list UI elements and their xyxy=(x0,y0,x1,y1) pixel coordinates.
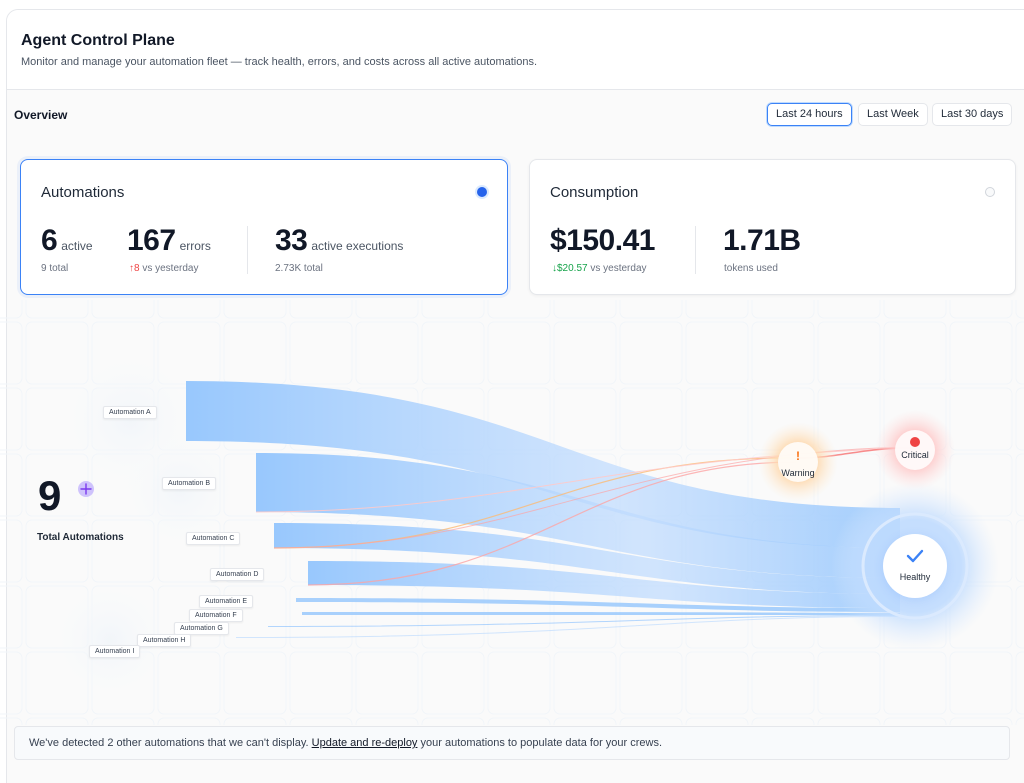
range-last-24-hours[interactable]: Last 24 hours xyxy=(767,103,852,126)
consumption-card[interactable]: Consumption $150.41 ↓$20.57 vs yesterday… xyxy=(529,159,1016,295)
automations-card-radio[interactable] xyxy=(477,187,487,197)
total-automations-count: 9 xyxy=(38,472,62,519)
errors-unit: errors xyxy=(179,239,211,253)
tokens-metric: 1.71B xyxy=(723,224,801,258)
exec-value: 33 xyxy=(275,224,308,257)
cost-delta-suffix: vs yesterday xyxy=(590,263,647,274)
errors-delta-suffix: vs yesterday xyxy=(142,263,199,274)
consumption-divider xyxy=(695,226,696,274)
banner-prefix: We've detected 2 other automations that … xyxy=(29,737,309,749)
cost-value: $150.41 xyxy=(550,224,655,257)
redeploy-link[interactable]: Update and re-deploy xyxy=(312,737,418,749)
executions-metric: 33 active executions xyxy=(275,224,403,258)
total-automations-label: Total Automations xyxy=(37,532,124,543)
automation-label-e[interactable]: Automation E xyxy=(199,595,254,608)
automation-label-b[interactable]: Automation B xyxy=(162,477,217,490)
cost-delta: ↓$20.57 xyxy=(552,263,588,274)
overview-label: Overview xyxy=(14,108,68,122)
errors-delta-row: ↑8 vs yesterday xyxy=(129,263,198,274)
total-count: 9 total xyxy=(41,263,69,274)
automation-label-d[interactable]: Automation D xyxy=(210,568,265,581)
banner-suffix: your automations to populate data for yo… xyxy=(420,737,663,749)
critical-dot-icon xyxy=(910,437,920,447)
critical-label: Critical xyxy=(901,450,929,460)
exec-unit: active executions xyxy=(311,239,404,253)
healthy-node[interactable]: Healthy xyxy=(883,534,947,598)
tokens-value: 1.71B xyxy=(723,224,801,257)
automation-label-h[interactable]: Automation H xyxy=(137,634,192,647)
cost-metric: $150.41 xyxy=(550,224,655,258)
page-subtitle: Monitor and manage your automation fleet… xyxy=(21,56,538,68)
errors-delta: ↑8 xyxy=(129,263,140,274)
errors-value: 167 xyxy=(127,224,176,257)
critical-node[interactable]: Critical xyxy=(895,430,935,470)
healthy-label: Healthy xyxy=(899,572,931,582)
errors-metric: 167 errors xyxy=(127,224,211,258)
consumption-card-title: Consumption xyxy=(550,184,639,201)
tokens-unit: tokens used xyxy=(724,263,778,274)
active-unit: active xyxy=(61,239,93,253)
hidden-automations-banner: We've detected 2 other automations that … xyxy=(14,726,1010,760)
automations-card[interactable]: Automations 6 active 9 total 167 errors ↑8… xyxy=(20,159,508,295)
cost-delta-row: ↓$20.57 vs yesterday xyxy=(552,263,647,274)
automations-card-title: Automations xyxy=(41,184,125,201)
exec-total: 2.73K total xyxy=(275,263,323,274)
range-last-week[interactable]: Last Week xyxy=(858,103,928,126)
metric-divider xyxy=(247,226,248,274)
flow-diagram xyxy=(0,300,1024,725)
page-title: Agent Control Plane xyxy=(21,32,175,49)
automation-label-a[interactable]: Automation A xyxy=(103,406,157,419)
active-metric: 6 active xyxy=(41,224,93,258)
check-icon xyxy=(906,549,924,563)
warning-node[interactable]: ! Warning xyxy=(778,442,818,482)
sparkle-icon xyxy=(78,481,94,497)
range-last-30-days[interactable]: Last 30 days xyxy=(932,103,1013,126)
warning-icon: ! xyxy=(796,449,800,463)
warning-label: Warning xyxy=(781,468,815,478)
automation-label-f[interactable]: Automation F xyxy=(189,609,243,622)
consumption-card-radio[interactable] xyxy=(985,187,995,197)
page-header: Agent Control Plane Monitor and manage y… xyxy=(7,10,1024,90)
automation-label-i[interactable]: Automation I xyxy=(89,645,141,658)
active-value: 6 xyxy=(41,224,58,257)
automation-label-c[interactable]: Automation C xyxy=(186,532,241,545)
